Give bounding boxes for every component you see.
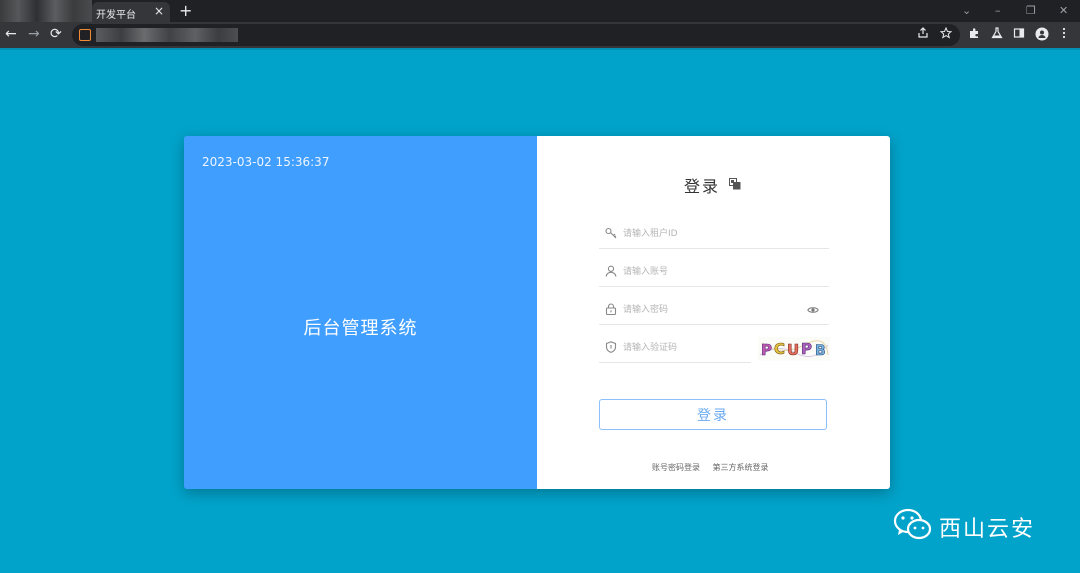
address-bar[interactable]	[72, 24, 960, 46]
reload-button[interactable]: ⟳	[50, 26, 62, 42]
show-password-eye-icon[interactable]	[807, 304, 819, 316]
close-window-button[interactable]: ✕	[1059, 4, 1068, 17]
minimize-button[interactable]: –	[995, 4, 1001, 17]
brand-panel: 2023-03-02 15:36:37 后台管理系统	[184, 136, 537, 489]
browser-tabbar: 开发平台 × + ⌄ – ❐ ✕	[0, 0, 1080, 22]
blurred-tab[interactable]	[0, 0, 92, 22]
svg-text:P: P	[761, 341, 772, 359]
svg-text:P: P	[801, 340, 812, 358]
watermark-text: 西山云安	[939, 517, 1036, 542]
menu-kebab-icon[interactable]	[1061, 27, 1067, 39]
login-form-panel: 登录 请输入租户ID 请输入账号 请输入验证码 P C U P B 登录 账号密…	[537, 136, 890, 489]
blurred-url	[96, 28, 238, 42]
svg-text:U: U	[787, 341, 799, 359]
browser-toolbar: ← → ⟳	[0, 22, 1080, 48]
account-password-login-link[interactable]: 账号密码登录	[652, 463, 700, 472]
new-tab-button[interactable]: +	[179, 1, 192, 20]
captcha-input[interactable]	[623, 340, 743, 356]
captcha-image[interactable]: P C U P B	[758, 337, 830, 361]
account-field	[599, 258, 829, 287]
share-icon[interactable]	[917, 27, 929, 39]
lab-flask-icon[interactable]	[991, 27, 1003, 39]
svg-text:C: C	[774, 340, 785, 358]
profile-avatar-icon[interactable]	[1035, 27, 1049, 41]
shield-icon	[605, 341, 617, 353]
captcha-field	[599, 334, 751, 363]
switch-login-mode-icon[interactable]	[729, 178, 741, 190]
restore-button[interactable]: ❐	[1026, 4, 1036, 17]
tab-title: 开发平台	[96, 10, 136, 21]
back-button[interactable]: ←	[5, 26, 17, 42]
login-title: 登录	[684, 177, 721, 196]
password-field	[599, 296, 829, 325]
forward-button[interactable]: →	[28, 26, 40, 42]
key-icon	[605, 227, 617, 239]
password-input[interactable]	[623, 302, 803, 318]
system-title: 后台管理系统	[303, 318, 418, 339]
third-party-login-link[interactable]: 第三方系统登录	[713, 463, 769, 472]
extensions-icon[interactable]	[968, 27, 980, 39]
account-input[interactable]	[623, 264, 803, 280]
watermark: 西山云安	[893, 505, 1063, 549]
active-tab[interactable]: 开发平台 ×	[92, 2, 170, 22]
login-button[interactable]: 登录	[599, 399, 827, 430]
tab-search-icon[interactable]: ⌄	[962, 4, 971, 17]
svg-text:B: B	[815, 343, 826, 359]
login-card: 2023-03-02 15:36:37 后台管理系统 登录 请输入租户ID 请输…	[184, 136, 890, 489]
current-datetime: 2023-03-02 15:36:37	[202, 155, 330, 169]
tenant-id-field	[599, 220, 829, 249]
user-icon	[605, 265, 617, 277]
lock-icon	[605, 303, 617, 315]
side-panel-icon[interactable]	[1013, 27, 1025, 39]
login-mode-links: 账号密码登录 第三方系统登录	[652, 462, 779, 473]
wechat-logo-icon	[893, 508, 932, 540]
tenant-id-input[interactable]	[623, 226, 803, 242]
site-info-icon[interactable]	[79, 29, 91, 41]
page-top-edge	[0, 48, 1080, 50]
bookmark-star-icon[interactable]	[940, 27, 952, 39]
tab-close-button[interactable]: ×	[154, 4, 164, 18]
